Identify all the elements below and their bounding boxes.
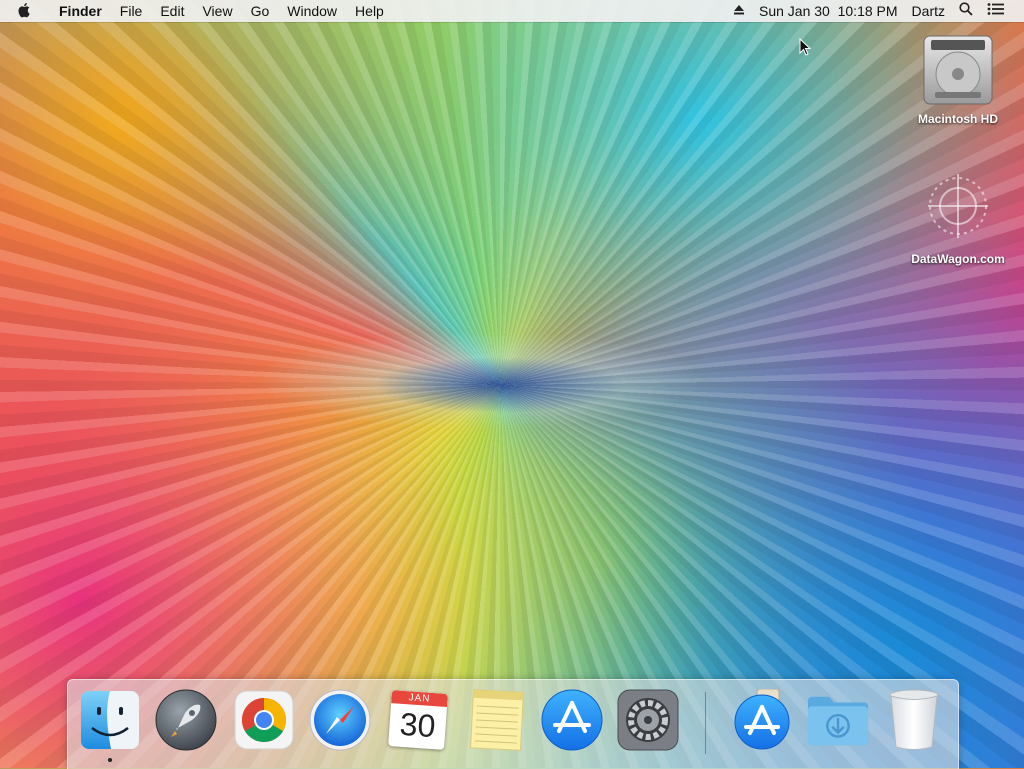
dock-app-store-downloads[interactable] xyxy=(730,688,794,752)
watermark-label: DataWagon.com xyxy=(911,252,1005,266)
menu-app-name[interactable]: Finder xyxy=(50,0,111,22)
downloads-folder-icon xyxy=(807,696,869,746)
apple-menu[interactable] xyxy=(0,0,50,22)
spotlight-search-icon xyxy=(959,2,973,16)
eject-menu-extra[interactable] xyxy=(726,0,752,22)
spotlight-button[interactable] xyxy=(952,0,980,22)
datawagon-watermark: DataWagon.com xyxy=(900,168,1016,266)
hard-drive-icon xyxy=(923,35,993,105)
dock-chrome[interactable] xyxy=(232,688,296,752)
notification-center-button[interactable] xyxy=(980,0,1012,22)
calendar-icon: JAN 30 xyxy=(388,690,448,750)
macintosh-hd-label: Macintosh HD xyxy=(917,112,998,126)
menu-help[interactable]: Help xyxy=(346,0,393,22)
dock-trash[interactable] xyxy=(882,688,946,752)
finder-running-indicator xyxy=(108,758,112,762)
calendar-day: 30 xyxy=(398,705,437,745)
dock-calendar[interactable]: JAN 30 xyxy=(386,688,450,752)
menu-file[interactable]: File xyxy=(111,0,152,22)
user-menu[interactable]: Dartz xyxy=(905,0,952,22)
dock-separator xyxy=(705,692,706,754)
dock-notes[interactable] xyxy=(464,688,528,752)
clock[interactable]: Sun Jan 30 10:18 PM xyxy=(752,0,905,22)
dock-finder[interactable] xyxy=(78,688,142,762)
dock-app-store[interactable] xyxy=(540,688,604,752)
menu-bar: Finder File Edit View Go Window Help Sun… xyxy=(0,0,1024,22)
notes-icon xyxy=(469,689,524,751)
dock-downloads[interactable] xyxy=(806,688,870,752)
eject-icon xyxy=(734,5,744,15)
menu-view[interactable]: View xyxy=(193,0,241,22)
macintosh-hd-desktop-item[interactable]: Macintosh HD xyxy=(906,32,1010,126)
app-store-download-icon xyxy=(734,689,790,750)
mouse-cursor-icon xyxy=(799,38,811,56)
dock-system-preferences[interactable] xyxy=(616,688,680,752)
dock: JAN 30 xyxy=(67,679,959,769)
trash-icon xyxy=(889,689,939,750)
menu-window[interactable]: Window xyxy=(278,0,346,22)
apple-logo-icon xyxy=(18,3,30,18)
notification-center-icon xyxy=(987,3,1004,15)
system-preferences-icon xyxy=(617,689,679,751)
safari-icon xyxy=(309,689,371,751)
chrome-icon xyxy=(234,690,294,750)
dock-safari[interactable] xyxy=(308,688,372,752)
menu-edit[interactable]: Edit xyxy=(151,0,193,22)
watermark-logo-icon xyxy=(928,174,988,238)
dock-launchpad[interactable] xyxy=(154,688,218,752)
launchpad-icon xyxy=(155,689,217,751)
finder-icon xyxy=(81,691,139,749)
app-store-icon xyxy=(541,689,603,751)
menu-go[interactable]: Go xyxy=(242,0,279,22)
